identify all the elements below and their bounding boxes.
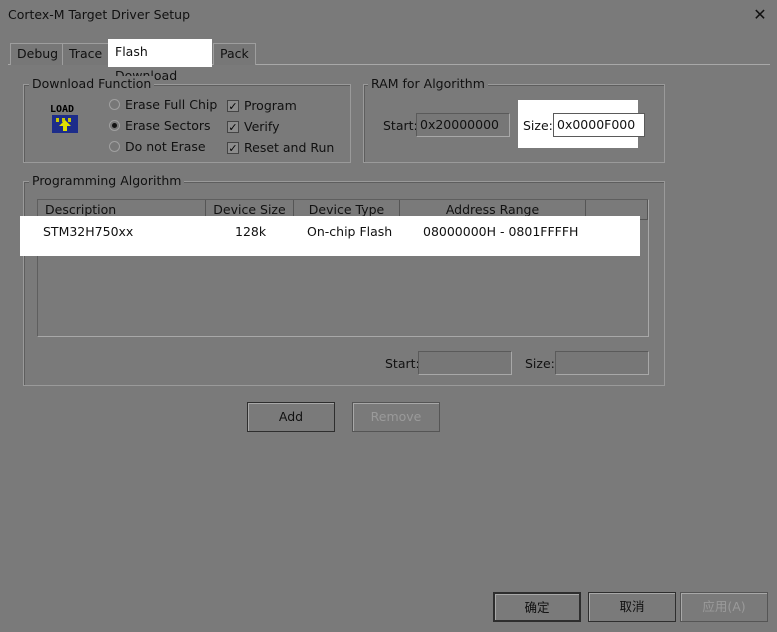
row-device-type: On-chip Flash bbox=[307, 224, 393, 239]
ram-size-label: Size: bbox=[523, 118, 553, 133]
tab-debug[interactable]: Debug bbox=[10, 43, 66, 65]
radio-do-not-erase-label: Do not Erase bbox=[125, 139, 206, 154]
row-description: STM32H750xx bbox=[43, 224, 134, 239]
remove-button[interactable]: Remove bbox=[352, 402, 440, 432]
title-bar: Cortex-M Target Driver Setup ✕ bbox=[0, 0, 777, 32]
radio-erase-sectors[interactable] bbox=[109, 120, 120, 131]
tab-pack[interactable]: Pack bbox=[213, 43, 256, 65]
table-row[interactable]: STM32H750xx 128k On-chip Flash 08000000H… bbox=[20, 216, 640, 256]
radio-erase-full-chip[interactable] bbox=[109, 99, 120, 110]
load-icon-text: LOAD bbox=[50, 104, 74, 115]
algorithm-size-input[interactable] bbox=[555, 351, 649, 375]
apply-button[interactable]: 应用(A) bbox=[680, 592, 768, 622]
window-title: Cortex-M Target Driver Setup bbox=[8, 7, 191, 22]
ram-start-label: Start: bbox=[383, 118, 418, 133]
add-button[interactable]: Add bbox=[247, 402, 335, 432]
programming-algorithm-legend: Programming Algorithm bbox=[29, 173, 185, 188]
radio-erase-sectors-label: Erase Sectors bbox=[125, 118, 211, 133]
radio-do-not-erase[interactable] bbox=[109, 141, 120, 152]
checkbox-program[interactable]: ✓ bbox=[227, 100, 239, 112]
checkbox-reset-and-run[interactable]: ✓ bbox=[227, 142, 239, 154]
ram-size-input[interactable]: 0x0000F000 bbox=[553, 113, 645, 137]
radio-erase-full-chip-label: Erase Full Chip bbox=[125, 97, 218, 112]
download-function-legend: Download Function bbox=[29, 76, 155, 91]
checkbox-verify-label: Verify bbox=[244, 119, 280, 134]
row-device-size: 128k bbox=[235, 224, 267, 239]
load-icon: LOAD bbox=[50, 104, 78, 133]
checkbox-reset-and-run-label: Reset and Run bbox=[244, 140, 335, 155]
close-icon[interactable]: ✕ bbox=[749, 5, 771, 25]
row-address-range: 08000000H - 0801FFFFH bbox=[423, 224, 579, 239]
cancel-button[interactable]: 取消 bbox=[588, 592, 676, 622]
tab-flash-download[interactable]: Flash Download bbox=[108, 39, 212, 83]
algorithm-size-label: Size: bbox=[525, 356, 555, 371]
checkbox-program-label: Program bbox=[244, 98, 297, 113]
tab-trace[interactable]: Trace bbox=[62, 43, 110, 65]
algorithm-start-input[interactable] bbox=[418, 351, 512, 375]
algorithm-start-label: Start: bbox=[385, 356, 420, 371]
ram-algorithm-legend: RAM for Algorithm bbox=[368, 76, 488, 91]
ok-button[interactable]: 确定 bbox=[493, 592, 581, 622]
checkbox-verify[interactable]: ✓ bbox=[227, 121, 239, 133]
ram-start-input[interactable]: 0x20000000 bbox=[416, 113, 510, 137]
